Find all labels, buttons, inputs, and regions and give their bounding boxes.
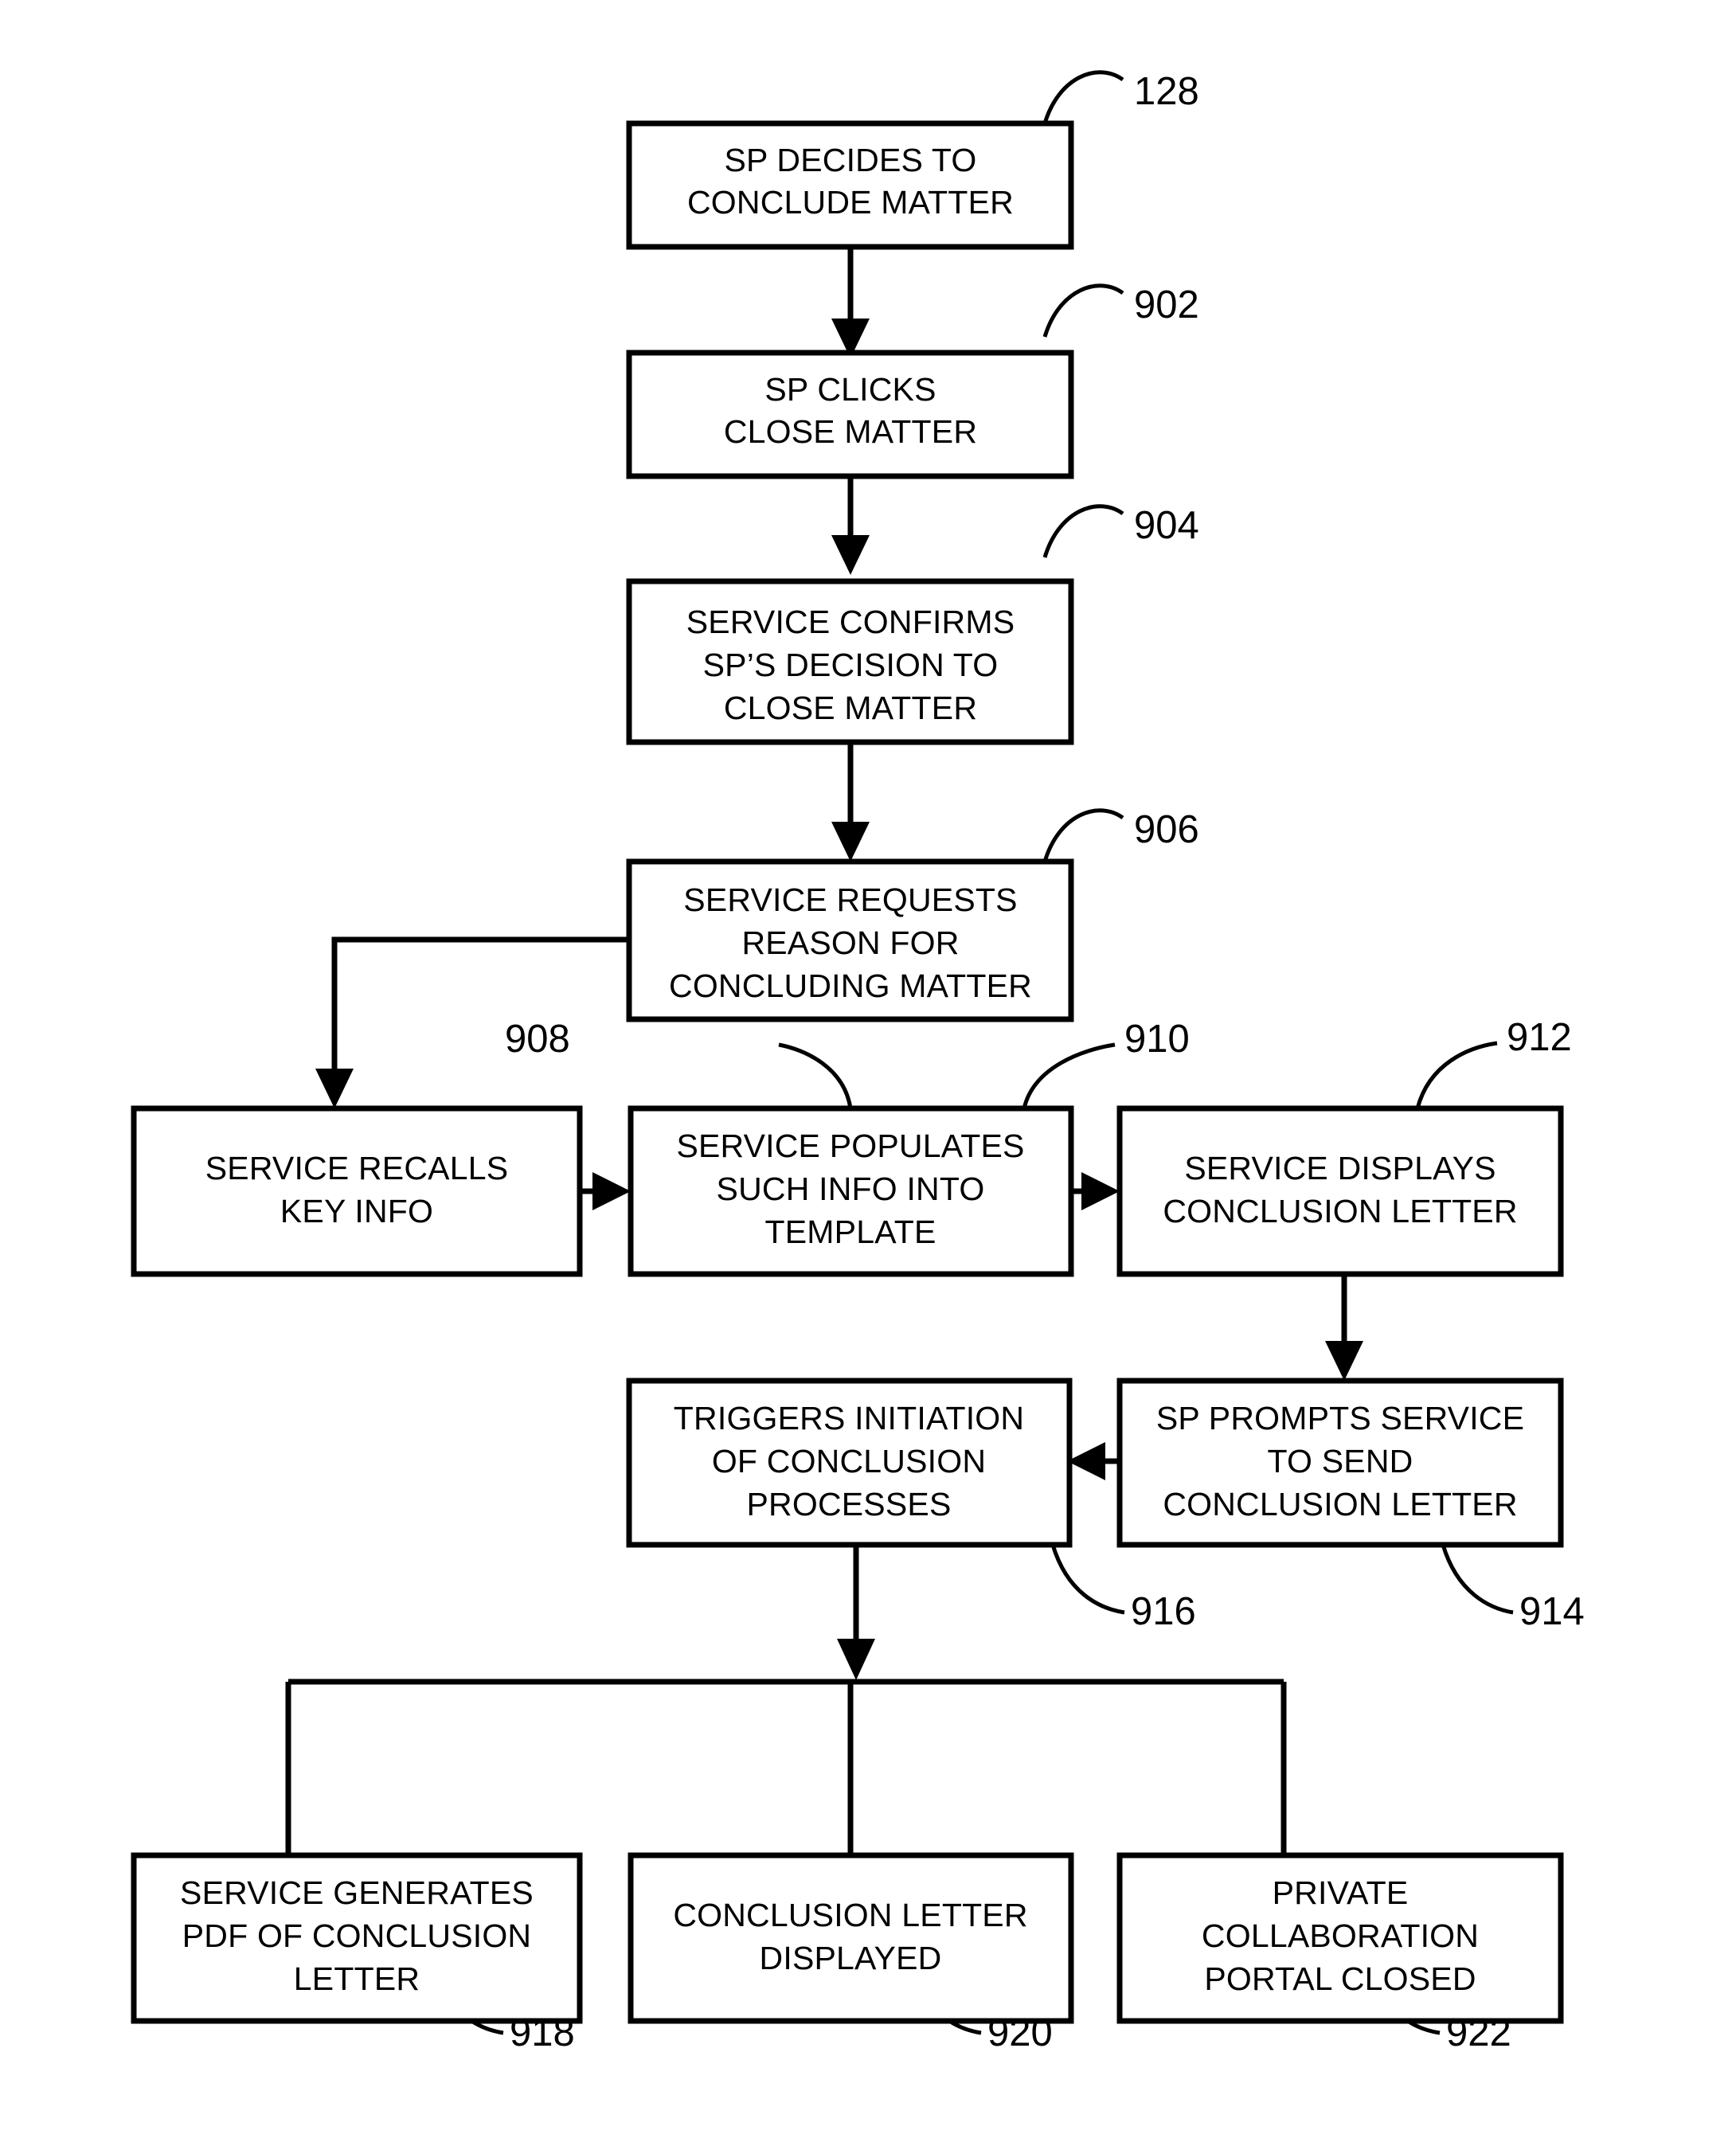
leader-line-914 xyxy=(1441,1544,1514,1615)
flow-node-910-line-2: SUCH INFO INTO xyxy=(717,1171,985,1207)
flow-node-908-box xyxy=(131,1105,583,1277)
flow-node-920-line-1: CONCLUSION LETTER xyxy=(673,1897,1027,1933)
flow-node-918-line-3: LETTER xyxy=(294,1960,420,1997)
flow-node-914-line-3: CONCLUSION LETTER xyxy=(1163,1486,1517,1522)
arrowhead-914-to-916 xyxy=(1067,1442,1105,1480)
connector-layer xyxy=(285,247,1363,1855)
flow-node-906-line-2: REASON FOR xyxy=(741,924,959,961)
flow-node-902-line-1: SP CLICKS xyxy=(764,371,936,408)
flow-node-914-line-2: TO SEND xyxy=(1268,1443,1413,1479)
arrowhead-916-to-bus xyxy=(837,1639,875,1680)
leader-line-912 xyxy=(1415,1041,1498,1109)
reference-numeral-902: 902 xyxy=(1134,283,1199,326)
leader-line-128 xyxy=(1042,70,1124,124)
flow-node-920-box xyxy=(628,1852,1074,2024)
reference-numeral-922: 922 xyxy=(1446,2011,1511,2054)
leader-line-904 xyxy=(1042,504,1124,558)
flow-node-904-line-2: SP’S DECISION TO xyxy=(703,647,999,683)
reference-numeral-904: 904 xyxy=(1134,504,1199,547)
flow-node-916: TRIGGERS INITIATION OF CONCLUSION PROCES… xyxy=(626,1378,1073,1548)
flow-node-902: SP CLICKS CLOSE MATTER xyxy=(626,350,1074,479)
reference-numeral-128: 128 xyxy=(1134,70,1199,113)
reference-numeral-908: 908 xyxy=(505,1018,570,1061)
flow-node-912-line-1: SERVICE DISPLAYS xyxy=(1184,1150,1496,1186)
arrowhead-902-to-904 xyxy=(831,535,870,575)
flow-node-904: SERVICE CONFIRMS SP’S DECISION TO CLOSE … xyxy=(626,578,1074,745)
flow-node-128-line-2: CONCLUDE MATTER xyxy=(687,184,1014,221)
flow-node-910: SERVICE POPULATES SUCH INFO INTO TEMPLAT… xyxy=(628,1105,1074,1277)
flow-node-914: SP PROMPTS SERVICE TO SEND CONCLUSION LE… xyxy=(1116,1378,1564,1548)
flow-node-910-line-1: SERVICE POPULATES xyxy=(676,1128,1024,1164)
flow-node-908: SERVICE RECALLS KEY INFO xyxy=(131,1105,583,1277)
flow-node-922-line-2: COLLABORATION xyxy=(1202,1917,1479,1954)
leader-line-908 xyxy=(778,1042,853,1109)
flow-node-914-line-1: SP PROMPTS SERVICE xyxy=(1156,1400,1524,1436)
flow-node-906: SERVICE REQUESTS REASON FOR CONCLUDING M… xyxy=(626,858,1074,1022)
leader-line-906 xyxy=(1042,808,1124,862)
reference-numeral-914: 914 xyxy=(1519,1590,1585,1633)
reference-numeral-906: 906 xyxy=(1134,808,1199,851)
flow-node-128-line-1: SP DECIDES TO xyxy=(724,142,976,178)
flow-node-918-line-2: PDF OF CONCLUSION xyxy=(182,1917,532,1954)
flowchart-canvas: SP DECIDES TO CONCLUDE MATTER 128 SP CLI… xyxy=(131,70,1585,2054)
flow-node-922: PRIVATE COLLABORATION PORTAL CLOSED xyxy=(1116,1852,1564,2024)
reference-numeral-912: 912 xyxy=(1507,1016,1572,1059)
flow-node-916-line-1: TRIGGERS INITIATION xyxy=(674,1400,1024,1436)
flow-node-918: SERVICE GENERATES PDF OF CONCLUSION LETT… xyxy=(131,1852,583,2024)
arrowhead-912-to-914 xyxy=(1325,1341,1363,1381)
flow-node-912-box xyxy=(1116,1105,1564,1277)
reference-numeral-918: 918 xyxy=(510,2011,575,2054)
flow-node-920-line-2: DISPLAYED xyxy=(760,1940,942,1976)
arrowhead-910-to-912 xyxy=(1081,1172,1120,1210)
flow-node-906-line-3: CONCLUDING MATTER xyxy=(669,967,1032,1004)
flow-node-912-line-2: CONCLUSION LETTER xyxy=(1163,1193,1517,1229)
edge-906-to-908 xyxy=(331,936,637,1081)
flow-node-922-line-1: PRIVATE xyxy=(1273,1874,1409,1911)
leader-line-902 xyxy=(1042,283,1124,338)
flow-node-128: SP DECIDES TO CONCLUDE MATTER xyxy=(626,120,1074,250)
flow-node-908-line-1: SERVICE RECALLS xyxy=(205,1150,509,1186)
flow-node-904-line-1: SERVICE CONFIRMS xyxy=(686,604,1015,640)
flow-node-916-line-3: PROCESSES xyxy=(747,1486,952,1522)
flow-node-920: CONCLUSION LETTER DISPLAYED xyxy=(628,1852,1074,2024)
reference-numeral-910: 910 xyxy=(1124,1018,1190,1061)
flow-node-912: SERVICE DISPLAYS CONCLUSION LETTER xyxy=(1116,1105,1564,1277)
flow-node-908-line-2: KEY INFO xyxy=(280,1193,433,1229)
reference-numeral-920: 920 xyxy=(987,2011,1053,2054)
flow-node-902-line-2: CLOSE MATTER xyxy=(724,413,977,450)
arrowhead-908-to-910 xyxy=(592,1172,631,1210)
leader-line-916 xyxy=(1050,1544,1125,1615)
flow-node-910-line-3: TEMPLATE xyxy=(765,1214,936,1250)
flow-node-916-line-2: OF CONCLUSION xyxy=(712,1443,986,1479)
arrowhead-906-to-908 xyxy=(315,1069,354,1108)
flow-node-904-line-3: CLOSE MATTER xyxy=(724,690,977,726)
leader-line-910 xyxy=(1022,1042,1116,1109)
flow-node-922-line-3: PORTAL CLOSED xyxy=(1204,1960,1476,1997)
patent-flowchart-figure: SP DECIDES TO CONCLUDE MATTER 128 SP CLI… xyxy=(0,0,1736,2138)
flow-node-918-line-1: SERVICE GENERATES xyxy=(180,1874,534,1911)
arrowhead-904-to-906 xyxy=(831,822,870,862)
flow-node-906-line-1: SERVICE REQUESTS xyxy=(683,881,1017,918)
reference-numeral-916: 916 xyxy=(1131,1590,1196,1633)
